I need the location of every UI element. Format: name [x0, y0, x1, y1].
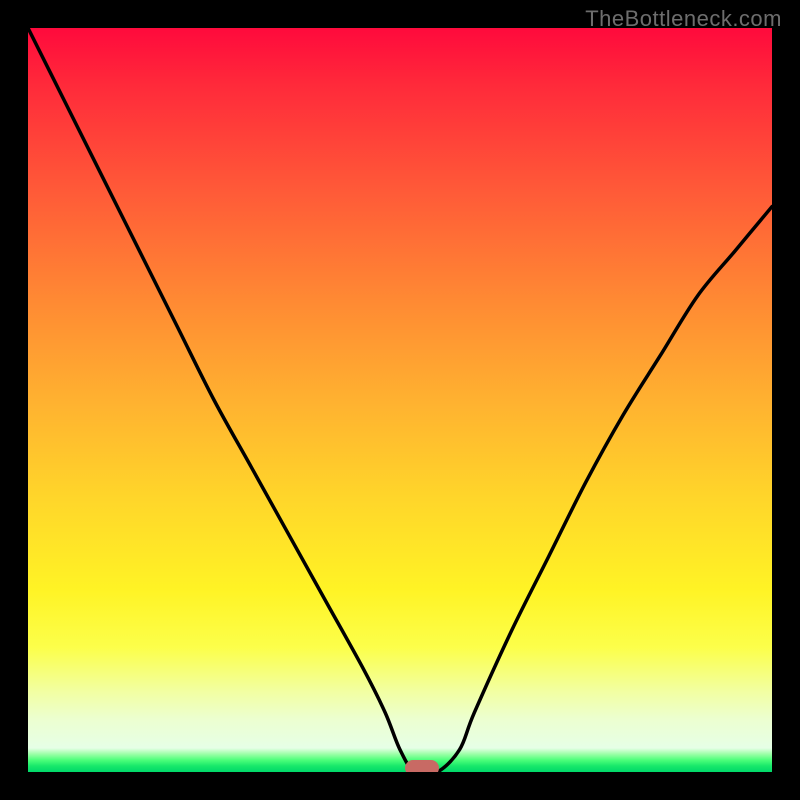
bottleneck-curve [28, 28, 772, 772]
chart-frame: TheBottleneck.com [0, 0, 800, 800]
curve-path [28, 28, 772, 772]
plot-area [28, 28, 772, 772]
optimum-marker [405, 760, 439, 772]
watermark-text: TheBottleneck.com [585, 6, 782, 32]
